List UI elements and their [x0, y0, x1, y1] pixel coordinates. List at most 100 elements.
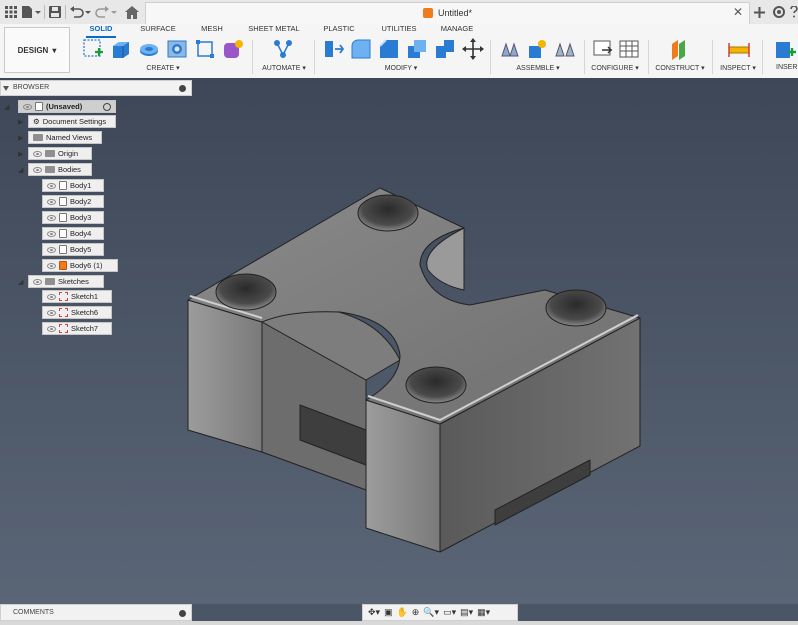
grid-settings-icon[interactable]: ▤▾ [460, 607, 473, 618]
automate-icon[interactable] [272, 38, 294, 60]
fillet-icon[interactable] [350, 38, 372, 60]
3d-viewport[interactable] [0, 78, 798, 604]
browser-pin-icon[interactable] [179, 85, 186, 92]
tree-item-origin[interactable]: Origin [28, 147, 92, 160]
eye-icon[interactable] [47, 262, 56, 269]
online-status-icon[interactable] [772, 4, 786, 20]
eye-icon[interactable] [47, 182, 56, 189]
modify-group-label[interactable]: MODIFY ▾ [376, 64, 426, 72]
divider [584, 40, 585, 74]
tab-manage[interactable]: MANAGE [436, 24, 478, 36]
tree-item-body2[interactable]: Body2 [42, 195, 104, 208]
construct-group-label[interactable]: CONSTRUCT ▾ [652, 64, 708, 72]
tree-item-sketches[interactable]: Sketches [28, 275, 104, 288]
tree-item-root[interactable]: (Unsaved) [18, 100, 116, 113]
zoom-icon[interactable]: ⊕ [412, 607, 420, 618]
tree-item-document-settings[interactable]: ⚙ Document Settings [28, 115, 116, 128]
press-pull-icon[interactable] [322, 38, 345, 60]
browser-panel-header[interactable]: BROWSER [0, 80, 192, 96]
offset-plane-icon[interactable] [668, 38, 690, 60]
form-icon[interactable] [222, 38, 244, 60]
tree-item-label: Document Settings [42, 117, 107, 126]
combine-icon[interactable] [434, 38, 456, 60]
eye-icon[interactable] [33, 166, 42, 173]
new-tab-icon[interactable] [752, 4, 766, 20]
eye-icon[interactable] [33, 150, 42, 157]
eye-icon[interactable] [47, 230, 56, 237]
divider [314, 40, 315, 74]
model-hole-right [545, 289, 607, 327]
hole-icon[interactable] [166, 38, 188, 60]
tree-item-sketch6[interactable]: Sketch6 [42, 306, 112, 319]
assemble-group-label[interactable]: ASSEMBLE ▾ [510, 64, 566, 72]
create-sketch-icon[interactable] [82, 38, 104, 60]
inspect-group-label[interactable]: INSPECT ▾ [716, 64, 760, 72]
pan-icon[interactable]: ✋ [397, 607, 408, 618]
insert-group-label[interactable]: INSER [776, 64, 798, 71]
home-icon[interactable] [124, 4, 140, 20]
move-icon[interactable] [462, 38, 484, 60]
save-icon[interactable] [48, 4, 62, 20]
grid-menu-icon[interactable] [4, 4, 18, 20]
tree-item-body5[interactable]: Body5 [42, 243, 104, 256]
tree-item-sketch7[interactable]: Sketch7 [42, 322, 112, 335]
measure-icon[interactable] [728, 38, 750, 60]
document-tab[interactable]: Untitled* ✕ [145, 2, 750, 24]
insert-icon[interactable] [774, 38, 796, 60]
collapse-icon[interactable] [3, 85, 9, 91]
revolve-icon[interactable] [138, 38, 160, 60]
tree-item-named-views[interactable]: Named Views [28, 131, 102, 144]
tab-mesh[interactable]: MESH [196, 24, 228, 36]
eye-icon[interactable] [33, 278, 42, 285]
tree-item-body4[interactable]: Body4 [42, 227, 104, 240]
rectangle-sketch-icon[interactable] [194, 38, 216, 60]
tree-item-label: (Unsaved) [46, 102, 83, 111]
comments-pin-icon[interactable] [179, 610, 186, 617]
shell-icon[interactable] [406, 38, 428, 60]
tree-item-body3[interactable]: Body3 [42, 211, 104, 224]
tree-arrow: ◢ [18, 279, 24, 286]
viewports-icon[interactable]: ▦▾ [477, 607, 490, 618]
body-linked-icon [59, 261, 67, 270]
chamfer-icon[interactable] [378, 38, 400, 60]
joint-icon[interactable] [526, 38, 548, 60]
tree-arrow: ◢ [18, 167, 24, 174]
configuration-table-icon[interactable] [618, 38, 640, 60]
tab-surface[interactable]: SURFACE [136, 24, 180, 36]
display-settings-icon[interactable]: ▭▾ [443, 607, 456, 618]
extrude-icon[interactable] [110, 38, 132, 60]
eye-icon[interactable] [47, 293, 56, 300]
new-component-icon[interactable] [500, 38, 522, 60]
configure-icon[interactable] [592, 38, 614, 60]
root-arrow-icon[interactable]: ◢ [4, 102, 14, 111]
tree-item-body6[interactable]: Body6 (1) [42, 259, 118, 272]
create-group-label[interactable]: CREATE ▾ [140, 64, 186, 72]
tree-item-bodies[interactable]: Bodies [28, 163, 92, 176]
redo-icon[interactable] [94, 4, 118, 20]
automate-group-label[interactable]: AUTOMATE ▾ [258, 64, 310, 72]
activate-radio-icon[interactable] [103, 102, 111, 111]
undo-icon[interactable] [68, 4, 92, 20]
eye-icon[interactable] [23, 103, 32, 110]
eye-icon[interactable] [47, 214, 56, 221]
orbit-icon[interactable]: ✥▾ [368, 607, 380, 618]
tab-sheet-metal[interactable]: SHEET METAL [245, 24, 303, 36]
eye-icon[interactable] [47, 309, 56, 316]
file-menu-icon[interactable] [20, 4, 42, 20]
tree-item-body1[interactable]: Body1 [42, 179, 104, 192]
help-icon[interactable] [789, 4, 798, 20]
eye-icon[interactable] [47, 246, 56, 253]
tab-utilities[interactable]: UTILITIES [378, 24, 420, 36]
as-built-joint-icon[interactable] [554, 38, 576, 60]
zoom-window-icon[interactable]: 🔍▾ [423, 607, 439, 618]
eye-icon[interactable] [47, 198, 56, 205]
tab-plastic[interactable]: PLASTIC [320, 24, 358, 36]
close-tab-icon[interactable]: ✕ [733, 5, 743, 19]
comments-panel-header[interactable]: COMMENTS [0, 604, 192, 621]
configure-group-label[interactable]: CONFIGURE ▾ [586, 64, 644, 72]
look-at-icon[interactable]: ▣ [384, 607, 393, 618]
eye-icon[interactable] [47, 325, 56, 332]
workspace-switcher[interactable]: DESIGN ▾ [4, 27, 70, 73]
tree-item-sketch1[interactable]: Sketch1 [42, 290, 112, 303]
tab-solid[interactable]: SOLID [86, 24, 116, 38]
